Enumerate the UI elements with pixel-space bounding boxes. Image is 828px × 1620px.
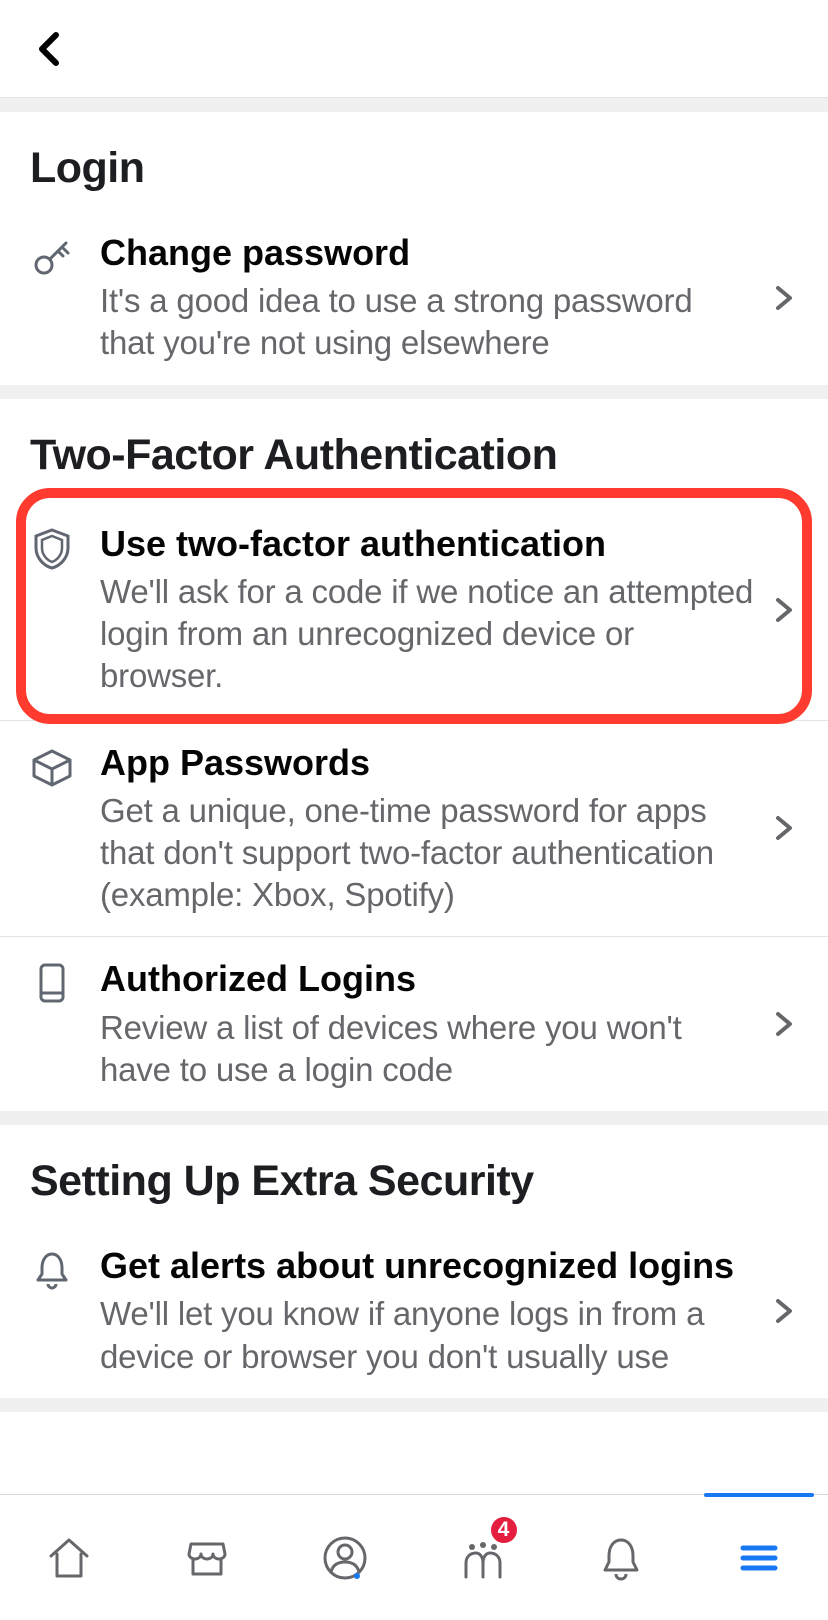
chevron-right-icon <box>770 1297 798 1325</box>
item-authorized-logins[interactable]: Authorized Logins Review a list of devic… <box>0 937 828 1111</box>
chevron-right-icon <box>770 814 798 842</box>
item-title: App Passwords <box>100 741 754 784</box>
tab-marketplace[interactable] <box>138 1495 276 1620</box>
shield-icon <box>30 526 74 570</box>
header <box>0 0 828 98</box>
item-body: Authorized Logins Review a list of devic… <box>100 957 764 1091</box>
item-title: Get alerts about unrecognized logins <box>100 1244 754 1287</box>
item-title: Authorized Logins <box>100 957 754 1000</box>
active-tab-indicator <box>704 1493 814 1497</box>
tab-bar: 4 <box>0 1494 828 1620</box>
item-change-password[interactable]: Change password It's a good idea to use … <box>0 211 828 385</box>
section-title-extra: Setting Up Extra Security <box>0 1149 828 1224</box>
tab-profile[interactable] <box>276 1495 414 1620</box>
back-button[interactable] <box>30 31 66 67</box>
item-body: Change password It's a good idea to use … <box>100 231 764 365</box>
section-title-2fa: Two-Factor Authentication <box>0 423 828 498</box>
item-title: Change password <box>100 231 754 274</box>
home-icon <box>45 1534 93 1582</box>
item-use-2fa[interactable]: Use two-factor authentication We'll ask … <box>0 498 828 721</box>
item-desc: We'll ask for a code if we notice an att… <box>100 571 754 698</box>
chevron-right-icon <box>770 284 798 312</box>
tab-notifications[interactable] <box>552 1495 690 1620</box>
item-desc: It's a good idea to use a strong passwor… <box>100 280 754 364</box>
item-desc: We'll let you know if anyone logs in fro… <box>100 1293 754 1377</box>
section-2fa: Two-Factor Authentication Use two-factor… <box>0 385 828 1111</box>
tab-menu[interactable] <box>690 1495 828 1620</box>
profile-icon <box>321 1534 369 1582</box>
bell-icon <box>30 1248 74 1292</box>
item-app-passwords[interactable]: App Passwords Get a unique, one-time pas… <box>0 721 828 938</box>
item-body: Use two-factor authentication We'll ask … <box>100 522 764 698</box>
chevron-left-icon <box>36 31 60 67</box>
key-icon <box>30 235 74 279</box>
menu-icon <box>735 1534 783 1582</box>
item-desc: Review a list of devices where you won't… <box>100 1007 754 1091</box>
section-extra-security: Setting Up Extra Security Get alerts abo… <box>0 1111 828 1398</box>
item-desc: Get a unique, one-time password for apps… <box>100 790 754 917</box>
bell-icon <box>597 1534 645 1582</box>
chevron-right-icon <box>770 596 798 624</box>
tab-groups[interactable]: 4 <box>414 1495 552 1620</box>
section-login: Login Change password It's a good idea t… <box>0 98 828 385</box>
item-get-alerts[interactable]: Get alerts about unrecognized logins We'… <box>0 1224 828 1398</box>
item-title: Use two-factor authentication <box>100 522 754 565</box>
cube-icon <box>30 745 74 789</box>
section-title-login: Login <box>0 136 828 211</box>
mobile-icon <box>30 961 74 1005</box>
chevron-right-icon <box>770 1010 798 1038</box>
badge-count: 4 <box>489 1515 519 1545</box>
item-body: Get alerts about unrecognized logins We'… <box>100 1244 764 1378</box>
item-body: App Passwords Get a unique, one-time pas… <box>100 741 764 917</box>
content-scroll[interactable]: Login Change password It's a good idea t… <box>0 98 828 1494</box>
storefront-icon <box>183 1534 231 1582</box>
tab-home[interactable] <box>0 1495 138 1620</box>
section-divider <box>0 1398 828 1412</box>
